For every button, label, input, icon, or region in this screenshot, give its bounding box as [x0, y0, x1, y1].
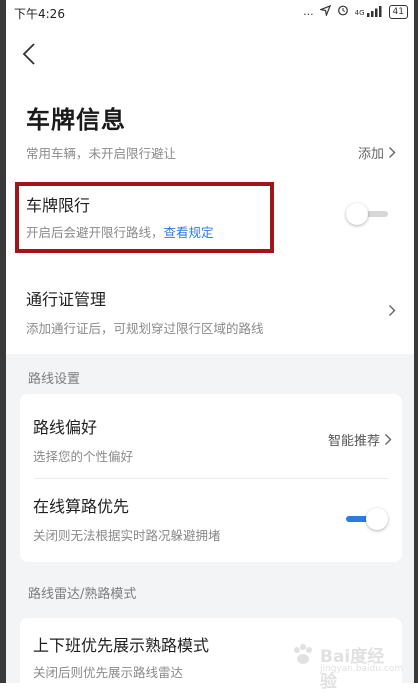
add-plate-button[interactable]: 添加: [358, 143, 396, 162]
plate-status-text: 常用车辆，未开启限行避让: [26, 145, 177, 161]
alarm-icon: [337, 4, 349, 19]
signal-icon: 4G: [355, 6, 383, 17]
section-label-route-radar: 路线雷达/熟路模式: [28, 587, 137, 602]
notification-dots: ...: [303, 5, 314, 18]
pass-desc: 添加通行证后，可规划穿过限行区域的路线: [26, 321, 264, 336]
commute-mode-desc: 关闭后则优先展示路线雷达: [33, 665, 184, 680]
restriction-toggle[interactable]: [344, 203, 388, 225]
location-icon: [318, 4, 331, 19]
paw-logo-icon: [294, 644, 312, 664]
toggle-knob: [366, 508, 388, 530]
page-title: 车牌信息: [26, 106, 126, 134]
route-preference-row[interactable]: 路线偏好 选择您的个性偏好 智能推荐: [20, 394, 402, 478]
watermark-sub: jingyan.baidu.com: [320, 664, 404, 674]
baidu-watermark: Bai度经验 jingyan.baidu.com: [290, 630, 404, 692]
chevron-right-icon: [388, 302, 396, 321]
pass-title: 通行证管理: [26, 290, 107, 309]
chevron-left-icon: [22, 43, 35, 65]
status-bar: 下午4:26 ... 4G 41: [6, 0, 414, 24]
add-plate-label: 添加: [357, 146, 384, 162]
toggle-knob: [346, 203, 368, 225]
plate-info-row: 常用车辆，未开启限行避让 添加: [26, 138, 396, 166]
route-preference-desc: 选择您的个性偏好: [33, 449, 134, 464]
highlight-annotation-box: [15, 182, 274, 253]
chevron-right-icon: [389, 146, 396, 158]
pass-management-row[interactable]: 通行证管理 添加通行证后，可规划穿过限行区域的路线: [26, 282, 396, 338]
route-settings-card: 路线偏好 选择您的个性偏好 智能推荐 在线算路优先 关闭则无法根据实时路况躲避拥…: [20, 394, 402, 562]
chevron-right-icon: [385, 434, 392, 445]
online-routing-toggle[interactable]: [344, 508, 388, 530]
section-label-route-settings: 路线设置: [28, 372, 81, 387]
back-button[interactable]: [18, 40, 40, 68]
route-preference-value-text: 智能推荐: [327, 434, 380, 449]
status-icons: ... 4G 41: [303, 4, 408, 19]
network-type: 4G: [354, 9, 365, 17]
route-preference-value: 智能推荐: [328, 430, 392, 449]
status-time: 下午4:26: [14, 7, 65, 21]
commute-mode-title: 上下班优先展示熟路模式: [33, 636, 210, 655]
online-routing-title: 在线算路优先: [33, 497, 130, 516]
route-preference-title: 路线偏好: [33, 418, 98, 437]
battery-icon: 41: [388, 4, 408, 19]
online-routing-desc: 关闭则无法根据实时路况躲避拥堵: [33, 528, 221, 543]
frame-right-edge: [414, 0, 418, 683]
